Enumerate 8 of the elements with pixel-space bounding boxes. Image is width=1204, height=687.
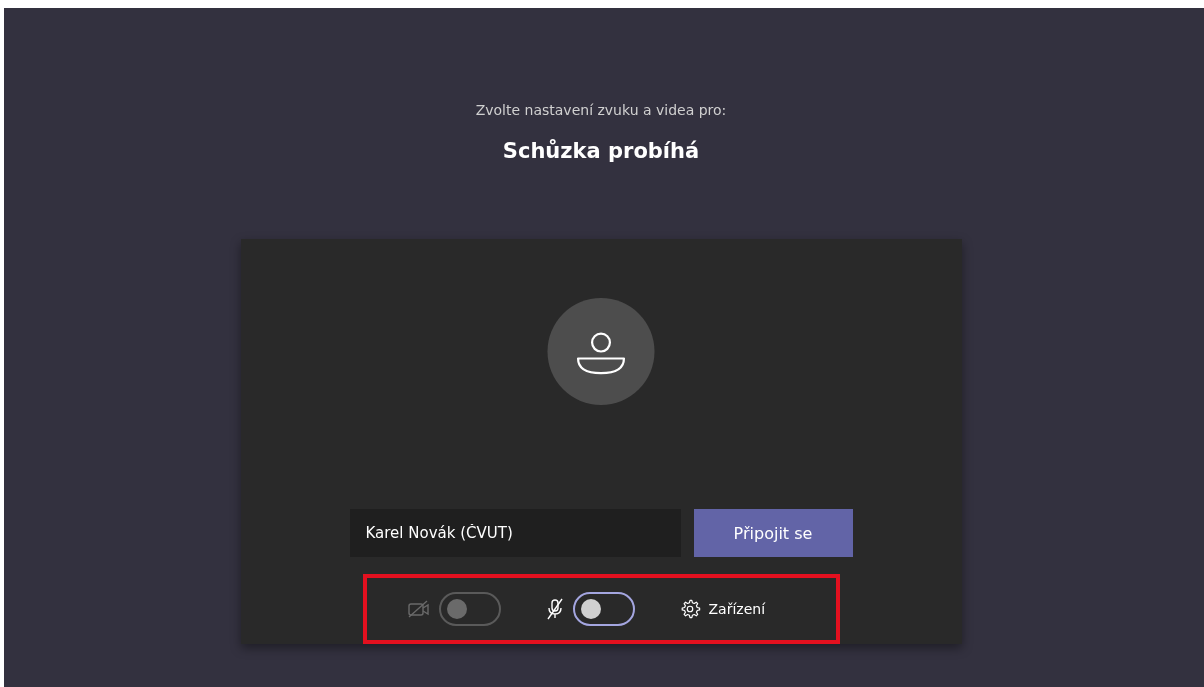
prompt-text: Zvolte nastavení zvuku a videa pro: — [475, 101, 727, 119]
meeting-title: Schůzka probíhá — [502, 138, 700, 165]
microphone-off-icon[interactable] — [544, 598, 565, 620]
camera-off-icon[interactable] — [406, 599, 431, 619]
join-button[interactable]: Připojit se — [693, 509, 853, 557]
toggle-switch[interactable] — [572, 592, 635, 626]
name-input-field[interactable]: Karel Novák (ČVUT) — [349, 509, 681, 557]
devices-button[interactable]: Zařízení — [678, 598, 766, 620]
